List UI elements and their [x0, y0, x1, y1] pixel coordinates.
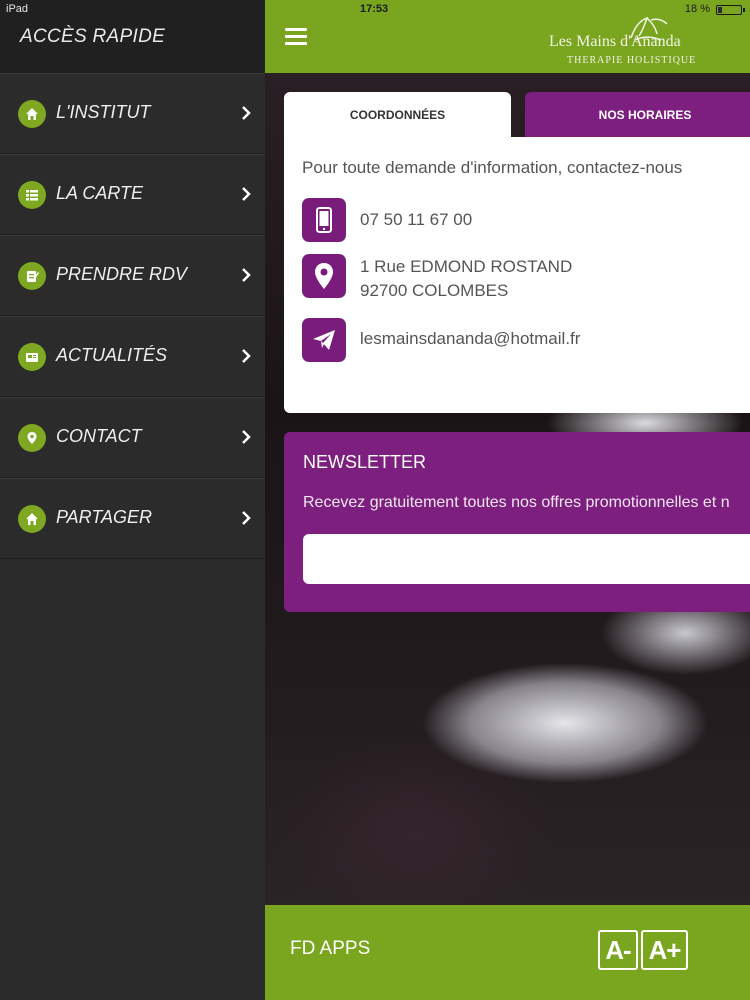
newsletter-email-input[interactable]	[303, 534, 750, 584]
sidebar-item-actualites[interactable]: ACTUALITÉS	[0, 316, 265, 397]
list-icon	[18, 181, 46, 209]
chevron-right-icon	[242, 187, 251, 201]
brand-logo: Les Mains d'Ananda THERAPIE HOLISTIQUE	[549, 16, 749, 70]
email-address[interactable]: lesmainsdananda@hotmail.fr	[360, 327, 580, 351]
sidebar-item-label: CONTACT	[56, 426, 142, 446]
sidebar-item-institut[interactable]: L'INSTITUT	[0, 73, 265, 154]
phone-icon	[302, 198, 346, 242]
location-pin-icon	[302, 254, 346, 298]
contact-intro: Pour toute demande d'information, contac…	[302, 158, 683, 177]
chevron-right-icon	[242, 106, 251, 120]
sidebar-item-la-carte[interactable]: LA CARTE	[0, 154, 265, 235]
news-icon	[18, 343, 46, 371]
chevron-right-icon	[242, 430, 251, 444]
decrease-font-button[interactable]: A-	[598, 930, 638, 970]
chevron-right-icon	[242, 349, 251, 363]
address-line-2: 92700 COLOMBES	[360, 281, 509, 300]
contact-card: Pour toute demande d'information, contac…	[284, 137, 750, 413]
status-bar: iPad 17:53 18 %	[0, 0, 750, 20]
home-icon	[18, 505, 46, 533]
battery-percentage: 18 %	[684, 3, 710, 15]
sidebar-item-contact[interactable]: CONTACT	[0, 397, 265, 478]
brand-tagline: THERAPIE HOLISTIQUE	[567, 55, 697, 66]
newsletter-title: NEWSLETTER	[303, 452, 427, 472]
sidebar-item-label: LA CARTE	[56, 183, 144, 203]
paper-plane-icon	[302, 318, 346, 362]
chevron-right-icon	[242, 268, 251, 282]
footer-brand: FD APPS	[290, 938, 371, 959]
increase-font-button[interactable]: A+	[641, 930, 688, 970]
clipboard-icon	[18, 262, 46, 290]
hamburger-menu-icon[interactable]	[285, 28, 307, 46]
clock: 17:53	[360, 3, 389, 15]
sidebar-item-prendre-rdv[interactable]: PRENDRE RDV	[0, 235, 265, 316]
battery-icon	[716, 5, 745, 15]
newsletter-description: Recevez gratuitement toutes nos offres p…	[303, 494, 730, 511]
sidebar: ACCÈS RAPIDE L'INSTITUT LA CARTE PRENDRE…	[0, 0, 265, 1000]
tab-nos-horaires[interactable]: NOS HORAIRES	[525, 92, 750, 138]
newsletter-panel: NEWSLETTER Recevez gratuitement toutes n…	[284, 432, 750, 612]
sidebar-item-label: PARTAGER	[56, 507, 153, 527]
sidebar-item-partager[interactable]: PARTAGER	[0, 478, 265, 559]
phone-number[interactable]: 07 50 11 67 00	[360, 208, 472, 232]
main-panel: Les Mains d'Ananda THERAPIE HOLISTIQUE C…	[265, 0, 750, 1000]
address-line-1: 1 Rue EDMOND ROSTAND	[360, 257, 573, 276]
location-pin-icon	[18, 424, 46, 452]
home-icon	[18, 100, 46, 128]
sidebar-title: ACCÈS RAPIDE	[20, 26, 166, 47]
chevron-right-icon	[242, 511, 251, 525]
sidebar-item-label: L'INSTITUT	[56, 102, 151, 122]
carrier-label: iPad	[6, 3, 29, 15]
tab-coordonnees[interactable]: COORDONNÉES	[284, 92, 511, 138]
footer-bar: FD APPS A- A+	[265, 905, 750, 1000]
sidebar-item-label: PRENDRE RDV	[56, 264, 188, 284]
brand-name: Les Mains d'Ananda	[549, 33, 681, 50]
sidebar-item-label: ACTUALITÉS	[56, 345, 168, 365]
